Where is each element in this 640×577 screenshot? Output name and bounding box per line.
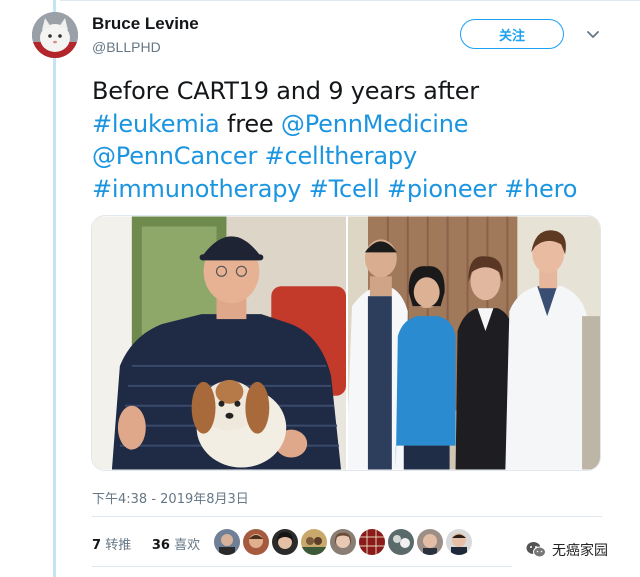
user-display-name[interactable]: Bruce Levine <box>92 14 199 34</box>
user-handle[interactable]: @BLLPHD <box>92 39 161 55</box>
follow-button[interactable]: 关注 <box>460 19 564 49</box>
retweet-stat[interactable]: 7 转推 <box>92 538 131 553</box>
liker-avatar[interactable] <box>446 529 472 555</box>
tweet-word-free: free <box>219 109 281 138</box>
tweet-line-1: Before CART19 and 9 years after <box>92 77 479 105</box>
liker-avatar[interactable] <box>272 529 298 555</box>
liker-avatar[interactable] <box>417 529 443 555</box>
tweet-media <box>91 215 601 471</box>
liker-avatar[interactable] <box>330 529 356 555</box>
thread-line <box>53 0 56 577</box>
stats-divider-bottom <box>92 566 512 567</box>
tweet-line-2: #leukemia free @PennMedicine <box>92 108 622 141</box>
hashtag-hero[interactable]: #hero <box>504 175 577 203</box>
chevron-down-icon[interactable] <box>584 26 602 44</box>
liker-avatars <box>214 529 472 555</box>
liker-avatar[interactable] <box>359 529 385 555</box>
mention-penn-cancer[interactable]: @PennCancer <box>92 142 257 170</box>
tweet-text: Before CART19 and 9 years after #leukemi… <box>92 75 622 205</box>
tweet-timestamp[interactable]: 下午4:38 - 2019年8月3日 <box>92 488 249 507</box>
watermark-text: 无癌家园 <box>552 543 608 559</box>
engagement-stats: 7 转推 36 喜欢 <box>92 534 200 553</box>
like-stat[interactable]: 36 喜欢 <box>152 538 200 553</box>
stats-divider-top <box>92 516 602 517</box>
hashtag-tcell[interactable]: #Tcell <box>309 175 380 203</box>
like-count: 36 <box>151 538 170 553</box>
wechat-logo-icon <box>526 542 546 558</box>
hashtag-leukemia[interactable]: #leukemia <box>92 110 220 138</box>
avatar[interactable] <box>32 12 78 58</box>
like-label: 喜欢 <box>174 538 201 553</box>
liker-avatar[interactable] <box>214 529 240 555</box>
retweet-label: 转推 <box>105 538 132 553</box>
liker-avatar[interactable] <box>243 529 269 555</box>
liker-avatar[interactable] <box>388 529 414 555</box>
wechat-watermark: 无癌家园 <box>526 540 608 560</box>
photo-man-with-dog[interactable] <box>92 216 346 470</box>
top-divider <box>60 0 640 1</box>
liker-avatar[interactable] <box>301 529 327 555</box>
mention-penn-medicine[interactable]: @PennMedicine <box>281 110 469 138</box>
tweet-line-3: @PennCancer #celltherapy <box>92 140 622 173</box>
avatar-cat-image <box>32 12 78 58</box>
hashtag-immunotherapy[interactable]: #immunotherapy <box>92 175 301 203</box>
retweet-count: 7 <box>92 538 102 553</box>
tweet-line-4: #immunotherapy #Tcell #pioneer #hero <box>92 173 622 206</box>
hashtag-celltherapy[interactable]: #celltherapy <box>265 142 418 170</box>
photo-medical-team[interactable] <box>348 216 600 470</box>
hashtag-pioneer[interactable]: #pioneer <box>387 175 497 203</box>
